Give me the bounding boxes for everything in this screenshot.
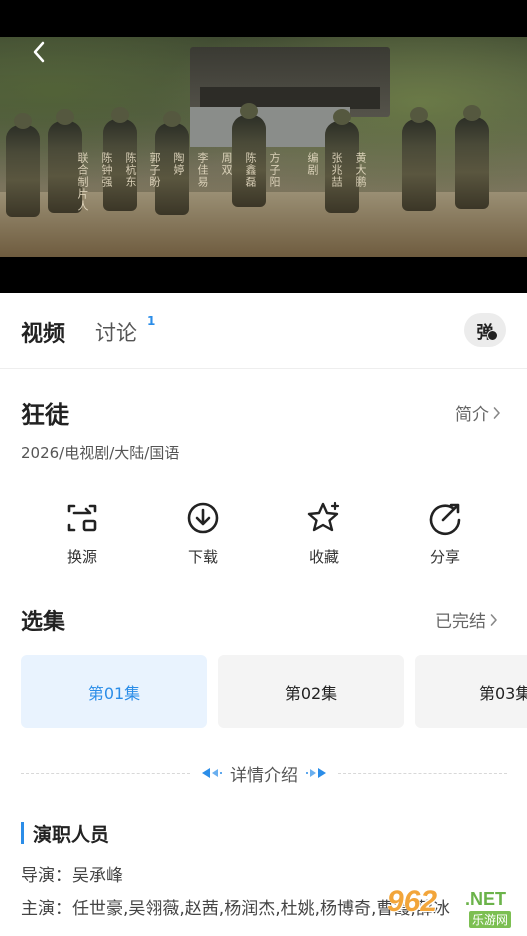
chevron-right-icon (493, 406, 500, 419)
action-bar: 换源 下载 收藏 分享 (0, 500, 527, 580)
credit-text: 陶婷 (172, 152, 185, 176)
content-tabs: 视频 讨论 1 弹 (0, 293, 527, 369)
discussion-count-badge: 1 (147, 314, 156, 328)
back-button[interactable] (28, 40, 50, 64)
episode-item-1[interactable]: 第01集 (21, 655, 207, 728)
double-arrow-left-icon (202, 768, 222, 778)
share-icon (429, 503, 461, 536)
episode-item-3[interactable]: 第03集 (415, 655, 527, 728)
details-label: 详情介绍 (230, 765, 298, 786)
watermark-site-name: 乐游网 (469, 911, 512, 928)
chevron-right-icon (490, 613, 497, 626)
section-accent-bar (21, 822, 24, 844)
details-toggle[interactable]: 详情介绍 (190, 761, 338, 786)
cast-title-text: 演职人员 (33, 823, 110, 846)
share-label: 分享 (429, 548, 460, 566)
credit-text: 陈鑫磊 (244, 152, 257, 188)
credit-text: 张兆喆 (330, 152, 343, 188)
switch-source-icon (67, 504, 97, 532)
switch-source-button[interactable]: 换源 (37, 500, 127, 567)
site-watermark-logo: 962 .NET 乐游网 (387, 885, 523, 933)
video-frame: 联合制片人 陈钟强 陈杭东 郭子盼 陶婷 李佳易 周双 陈鑫磊 方子阳 编剧 张… (0, 37, 527, 257)
tab-video[interactable]: 视频 (21, 316, 65, 348)
watermark-logo-text: 962 (387, 885, 438, 918)
video-credits: 联合制片人 陈钟强 陈杭东 郭子盼 陶婷 李佳易 周双 陈鑫磊 方子阳 编剧 张… (74, 152, 527, 212)
favorite-button[interactable]: 收藏 (279, 500, 369, 567)
cast-section-title: 演职人员 (21, 820, 109, 846)
episodes-status-label: 已完结 (435, 612, 486, 632)
credit-text: 郭子盼 (148, 152, 161, 188)
credit-text: 编剧 (306, 152, 319, 176)
episode-label: 第03集 (479, 683, 527, 703)
video-player[interactable]: 联合制片人 陈钟强 陈杭东 郭子盼 陶婷 李佳易 周双 陈鑫磊 方子阳 编剧 张… (0, 0, 527, 293)
credit-text: 李佳易 (196, 152, 209, 188)
show-title: 狂徒 (21, 401, 69, 429)
danmu-toggle-button[interactable]: 弹 (464, 313, 506, 347)
download-label: 下载 (187, 548, 218, 566)
download-icon (187, 502, 219, 534)
intro-link[interactable]: 简介 (455, 400, 501, 425)
danmu-off-icon (487, 330, 498, 341)
watermark-net-text: .NET (465, 889, 507, 909)
favorite-label: 收藏 (308, 548, 339, 566)
tab-discussion[interactable]: 讨论 (95, 317, 137, 347)
director-line: 导演：吴承峰 (21, 866, 123, 886)
credit-text: 黄大鹏 (354, 152, 367, 188)
double-arrow-right-icon (306, 768, 326, 778)
show-meta: 2026/电视剧/大陆/国语 (21, 444, 180, 462)
episode-label: 第01集 (87, 683, 141, 703)
download-button[interactable]: 下载 (158, 500, 248, 567)
episode-label: 第02集 (284, 683, 338, 703)
episodes-status-link[interactable]: 已完结 (435, 607, 498, 632)
credit-text: 陈杭东 (124, 152, 137, 188)
chevron-left-icon (33, 41, 45, 63)
intro-link-label: 简介 (455, 405, 489, 425)
credit-text: 方子阳 (268, 152, 281, 188)
switch-source-label: 换源 (66, 548, 97, 566)
credit-text: 周双 (220, 152, 233, 176)
details-divider: 详情介绍 (21, 760, 507, 786)
episodes-title: 选集 (21, 610, 66, 635)
credit-text: 联合制片人 (76, 152, 89, 212)
episode-item-2[interactable]: 第02集 (218, 655, 404, 728)
star-icon (307, 501, 340, 532)
share-button[interactable]: 分享 (400, 500, 490, 567)
credit-text: 陈钟强 (100, 152, 113, 188)
